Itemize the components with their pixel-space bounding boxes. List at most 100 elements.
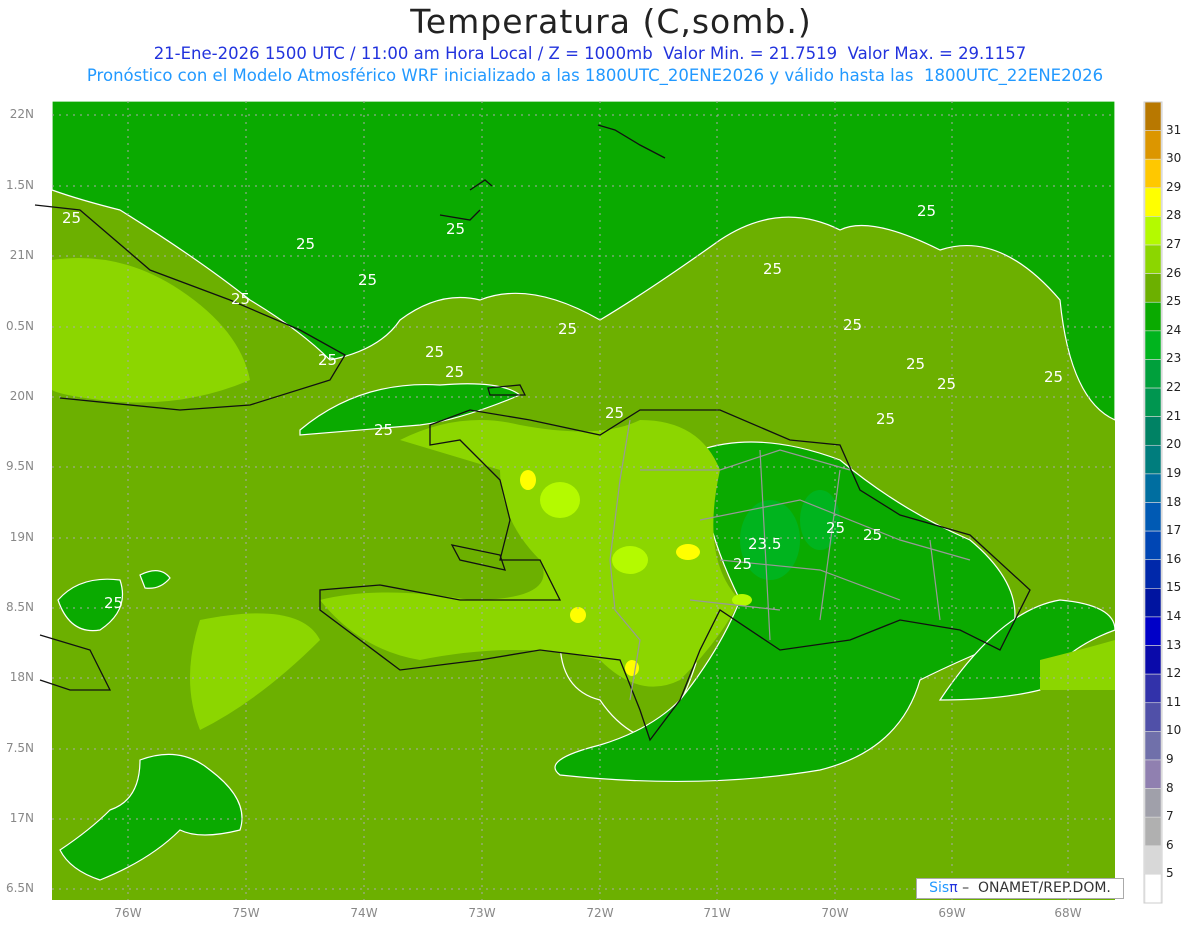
colorbar-label: 6 <box>1166 837 1174 852</box>
colorbar-swatch <box>1144 874 1162 904</box>
contour-label: 25 <box>843 316 862 334</box>
colorbar-swatch <box>1144 616 1162 646</box>
colorbar-label: 31 <box>1166 122 1182 137</box>
colorbar-swatch <box>1144 273 1162 303</box>
colorbar-label: 17 <box>1166 523 1182 538</box>
lon-label: 76W <box>114 906 142 920</box>
contour-label: 25 <box>318 351 337 369</box>
lon-label: 74W <box>350 906 378 920</box>
contour-label: 25 <box>104 594 123 612</box>
colorbar-swatch <box>1144 588 1162 618</box>
colorbar-label: 13 <box>1166 637 1182 652</box>
colorbar-label: 16 <box>1166 551 1182 566</box>
colorbar-label: 9 <box>1166 751 1174 766</box>
contour-label: 25 <box>906 355 925 373</box>
colorbar-swatch <box>1144 559 1162 589</box>
lon-label: 71W <box>703 906 731 920</box>
contour-label: 25 <box>876 410 895 428</box>
contour-label: 25 <box>446 220 465 238</box>
colorbar-label: 23 <box>1166 351 1182 366</box>
contour-label: 25 <box>826 519 845 537</box>
colorbar-swatch <box>1144 473 1162 503</box>
colorbar-label: 10 <box>1166 723 1182 738</box>
colorbar-label: 25 <box>1166 294 1182 309</box>
lon-label: 70W <box>821 906 849 920</box>
contour-label: 25 <box>374 421 393 439</box>
lat-label: 22N <box>9 107 34 121</box>
colorbar-label: 19 <box>1166 465 1182 480</box>
lon-label: 69W <box>938 906 966 920</box>
lat-label: 17N <box>9 811 34 825</box>
contour-label: 25 <box>425 343 444 361</box>
brand-sis: Sis <box>929 880 950 896</box>
colorbar-swatch <box>1144 759 1162 789</box>
credit-box: Sisπ – ONAMET/REP.DOM. <box>916 878 1124 899</box>
colorbar-label: 18 <box>1166 494 1182 509</box>
colorbar-label: 7 <box>1166 809 1174 824</box>
colorbar-label: 28 <box>1166 208 1182 223</box>
temperature-map: 25 25 25 25 25 25 25 25 25 25 25 25 25 2… <box>34 100 1163 904</box>
colorbar-swatch <box>1144 502 1162 532</box>
colorbar-swatch <box>1144 530 1162 561</box>
model-info-subtitle: Pronóstico con el Modelo Atmosférico WRF… <box>86 66 1104 85</box>
lat-label: 8.5N <box>5 600 34 614</box>
contour-label: 25 <box>733 555 752 573</box>
lon-label: 75W <box>232 906 260 920</box>
colorbar-label: 20 <box>1166 437 1182 452</box>
lon-label: 73W <box>468 906 496 920</box>
colorbar-label: 27 <box>1166 237 1182 252</box>
colorbar-swatch <box>1144 702 1162 732</box>
lat-label: 21N <box>9 248 34 262</box>
contour-label: 25 <box>605 404 624 422</box>
contour-label: 25 <box>558 320 577 338</box>
colorbar-swatch <box>1144 788 1162 818</box>
colorbar-swatch <box>1144 387 1162 417</box>
colorbar-swatch <box>1144 244 1162 274</box>
contour-label: 25 <box>1044 368 1063 386</box>
colorbar-label: 24 <box>1166 322 1182 337</box>
lat-label: 9.5N <box>5 459 34 473</box>
lat-label: 19N <box>9 530 34 544</box>
colorbar-swatch <box>1144 444 1162 475</box>
lat-label: 1.5N <box>5 178 34 192</box>
contour-label: 25 <box>62 209 81 227</box>
contour-label: 25 <box>917 202 936 220</box>
colorbar-swatch <box>1144 216 1162 246</box>
lon-label: 68W <box>1054 906 1082 920</box>
colorbar-label: 26 <box>1166 265 1182 280</box>
contour-label: 25 <box>231 290 250 308</box>
colorbar-swatch <box>1144 101 1162 131</box>
contour-label: 25 <box>358 271 377 289</box>
contour-label: 25 <box>863 526 882 544</box>
colorbar-swatch <box>1144 130 1162 160</box>
lat-label: 0.5N <box>5 319 34 333</box>
lat-label: 18N <box>9 670 34 684</box>
colorbar-swatch <box>1144 359 1162 389</box>
colorbar-label: 21 <box>1166 408 1182 423</box>
colorbar-label: 11 <box>1166 694 1182 709</box>
brand-pi: π <box>949 880 958 896</box>
colorbar-swatch <box>1144 816 1162 847</box>
lat-label: 6.5N <box>5 881 34 895</box>
colorbar-label: 15 <box>1166 580 1182 595</box>
colorbar-swatch <box>1144 645 1162 675</box>
colorbar-swatch <box>1144 731 1162 761</box>
colorbar-swatch <box>1144 673 1162 704</box>
colorbar-label: 8 <box>1166 780 1174 795</box>
colorbar-label: 14 <box>1166 608 1182 623</box>
contour-label: 23.5 <box>748 535 781 553</box>
colorbar-label: 5 <box>1166 866 1174 881</box>
colorbar-label: 22 <box>1166 380 1182 395</box>
lon-label: 72W <box>586 906 614 920</box>
colorbar-label: 29 <box>1166 179 1182 194</box>
colorbar <box>1143 101 1163 904</box>
contour-label: 25 <box>763 260 782 278</box>
colorbar-label: 12 <box>1166 666 1182 681</box>
contour-label: 25 <box>937 375 956 393</box>
colorbar-swatch <box>1144 330 1162 360</box>
colorbar-label: 30 <box>1166 151 1182 166</box>
lat-label: 20N <box>9 389 34 403</box>
lat-label: 7.5N <box>5 741 34 755</box>
contour-label: 25 <box>296 235 315 253</box>
map-title: Temperatura (C,somb.) <box>410 2 812 41</box>
